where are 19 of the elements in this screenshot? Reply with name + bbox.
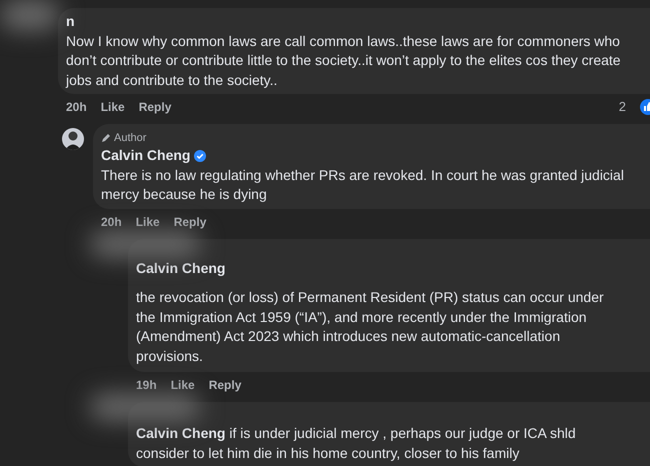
reply-link[interactable]: Reply <box>208 376 242 394</box>
comment-text: Calvin Cheng if is under judicial mercy , perhaps our judge or ICA shld consider to let him die in his home country, closer to his family <box>136 424 577 463</box>
reaction-count: 2 <box>618 98 626 116</box>
author-name[interactable]: n <box>66 12 75 32</box>
reply-link[interactable]: Reply <box>138 98 172 116</box>
comment-text: There is no law regulating whether PRs are revoked. In court he was granted judicial mercy because he is dying <box>101 166 625 204</box>
like-link[interactable]: Like <box>100 98 125 116</box>
comment-text: Calvin Cheng <box>136 258 226 278</box>
pencil-icon <box>101 133 111 143</box>
author-label: Author <box>114 131 146 146</box>
reply-link[interactable]: Reply <box>174 212 206 230</box>
comment-text: the revocation (or loss) of Permanent Resident (PR) status can occur under the Immigration Act 1959 (“IA”), and more recently under the Immigration (Amendment) Act 2023 which introduces new automatic-cancellation provisions. <box>136 288 605 366</box>
author-name[interactable]: Calvin Cheng <box>101 146 190 166</box>
like-link[interactable]: Like <box>136 212 160 230</box>
timestamp: 19h <box>136 377 157 394</box>
timestamp: 20h <box>66 99 87 116</box>
comment-text: Now I know why common laws are call common laws..these laws are for commoners who don’t contribute or contribute little to the society..it won’t apply to the elites cos they create jobs and contribute to the society.. <box>66 32 622 90</box>
timestamp: 20h <box>101 214 122 230</box>
like-link[interactable]: Like <box>170 376 195 394</box>
